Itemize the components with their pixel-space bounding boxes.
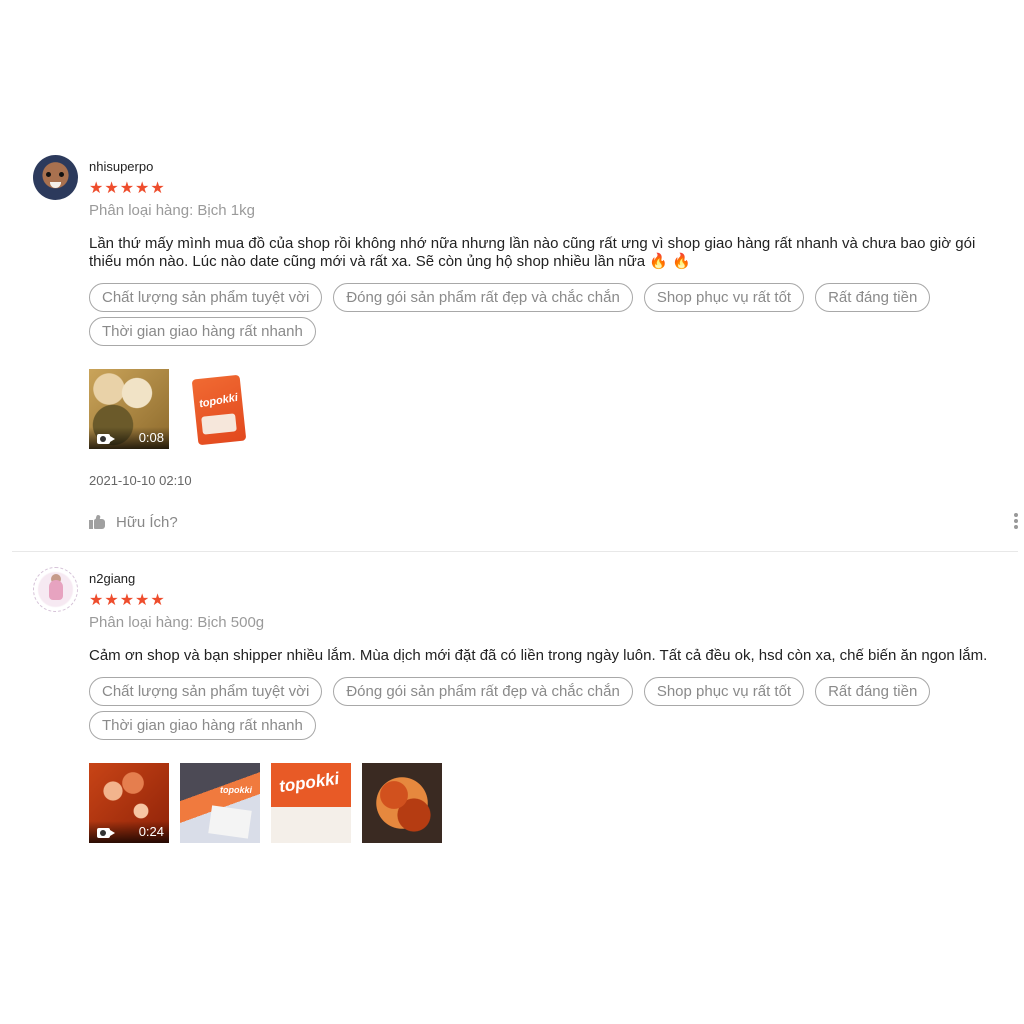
product-bag-label: topokki [220, 785, 253, 795]
review-tag: Thời gian giao hàng rất nhanh [89, 711, 316, 740]
video-duration: 0:08 [138, 430, 164, 445]
receipt-paper [208, 805, 252, 839]
product-bag-label: topokki [277, 768, 341, 797]
review-tags: Chất lượng sản phẩm tuyệt vời Đóng gói s… [89, 283, 989, 351]
product-variation: Phân loại hàng: Bịch 1kg [89, 202, 255, 219]
thumbs-up-icon [89, 514, 105, 529]
image-thumbnail[interactable]: topokki [180, 763, 260, 843]
review-tags: Chất lượng sản phẩm tuyệt vời Đóng gói s… [89, 677, 989, 745]
username[interactable]: n2giang [89, 569, 1009, 589]
avatar[interactable] [33, 567, 78, 612]
video-badge: 0:24 [89, 821, 169, 843]
username[interactable]: nhisuperpo [89, 157, 1009, 177]
video-badge: 0:08 [89, 427, 169, 449]
review-tag: Thời gian giao hàng rất nhanh [89, 317, 316, 346]
video-duration: 0:24 [138, 824, 164, 839]
review-tag: Shop phục vụ rất tốt [643, 677, 805, 706]
image-thumbnail[interactable] [362, 763, 442, 843]
review-divider [12, 551, 1018, 552]
product-bag-window [201, 413, 237, 435]
star-rating: ★★★★★ [89, 592, 166, 609]
avatar-eye [59, 172, 64, 177]
review-tag: Rất đáng tiền [815, 677, 931, 706]
image-thumbnail[interactable]: topokki [180, 369, 260, 449]
review-media: 0:24 topokki topokki [89, 763, 1009, 843]
review-tag: Chất lượng sản phẩm tuyệt vời [89, 283, 323, 312]
review-content: nhisuperpo ★★★★★ Phân loại hàng: Bịch 1k… [89, 155, 1009, 533]
helpful-button[interactable]: Hữu Ích? [89, 511, 1009, 533]
review-comment: Cảm ơn shop và bạn shipper nhiều lắm. Mù… [89, 647, 988, 664]
avatar-mouth [50, 182, 61, 188]
review-tag: Rất đáng tiền [815, 283, 931, 312]
helpful-label: Hữu Ích? [116, 513, 178, 531]
video-camera-icon [97, 434, 115, 444]
review-tag: Shop phục vụ rất tốt [643, 283, 805, 312]
video-camera-icon [97, 828, 115, 838]
review-tag: Đóng gói sản phẩm rất đẹp và chắc chắn [333, 677, 633, 706]
review-media: 0:08 topokki [89, 369, 1009, 449]
review-content: n2giang ★★★★★ Phân loại hàng: Bịch 500g … [89, 567, 1009, 843]
more-options-icon[interactable] [1014, 513, 1018, 529]
review-timestamp: 2021-10-10 02:10 [89, 473, 192, 488]
product-variation: Phân loại hàng: Bịch 500g [89, 614, 265, 631]
video-thumbnail[interactable]: 0:08 [89, 369, 169, 449]
image-thumbnail[interactable]: topokki [271, 763, 351, 843]
star-rating: ★★★★★ [89, 180, 166, 197]
review-tag: Đóng gói sản phẩm rất đẹp và chắc chắn [333, 283, 633, 312]
avatar-figure [49, 580, 63, 600]
avatar[interactable] [33, 155, 78, 200]
video-thumbnail[interactable]: 0:24 [89, 763, 169, 843]
review-comment: Lần thứ mấy mình mua đồ của shop rồi khô… [89, 235, 976, 270]
avatar-eye [46, 172, 51, 177]
review-tag: Chất lượng sản phẩm tuyệt vời [89, 677, 323, 706]
